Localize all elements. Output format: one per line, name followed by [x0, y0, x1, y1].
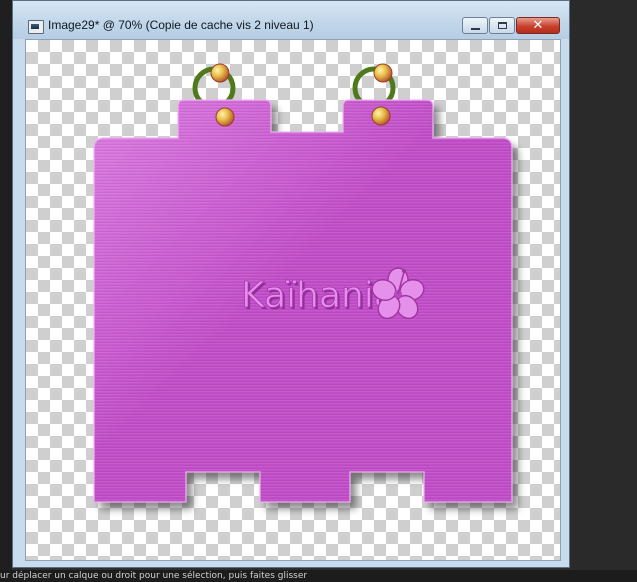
minimize-icon: [470, 27, 480, 30]
image-canvas[interactable]: Kaïhania Kaïhania: [25, 39, 561, 561]
canvas-artwork: Kaïhania Kaïhania: [93, 63, 513, 503]
bead-tab-right: [371, 106, 391, 126]
minimize-button[interactable]: [462, 17, 488, 34]
bead-ring-right: [373, 63, 393, 83]
workspace-left-edge: [0, 0, 12, 570]
maximize-icon: [497, 22, 507, 29]
image-document-icon: [28, 20, 44, 34]
image-window[interactable]: Image29* @ 70% (Copie de cache vis 2 niv…: [12, 0, 570, 568]
close-button[interactable]: ✕: [516, 17, 560, 34]
status-hint-text: ur déplacer un calque ou droit pour une …: [0, 571, 308, 581]
window-title: Image29* @ 70% (Copie de cache vis 2 niv…: [48, 18, 314, 32]
bead-ring-left: [210, 63, 230, 83]
close-icon: ✕: [532, 18, 544, 33]
workspace-right-panel: [570, 0, 637, 570]
image-window-titlebar[interactable]: Image29* @ 70% (Copie de cache vis 2 niv…: [13, 1, 569, 39]
window-controls: ✕: [462, 17, 560, 34]
status-bar: ur déplacer un calque ou droit pour une …: [0, 570, 637, 582]
logo-text: Kaïhania: [241, 275, 396, 316]
maximize-button[interactable]: [489, 17, 515, 34]
bead-tab-left: [215, 107, 235, 127]
kaihania-logo: Kaïhania Kaïhania: [241, 275, 398, 318]
